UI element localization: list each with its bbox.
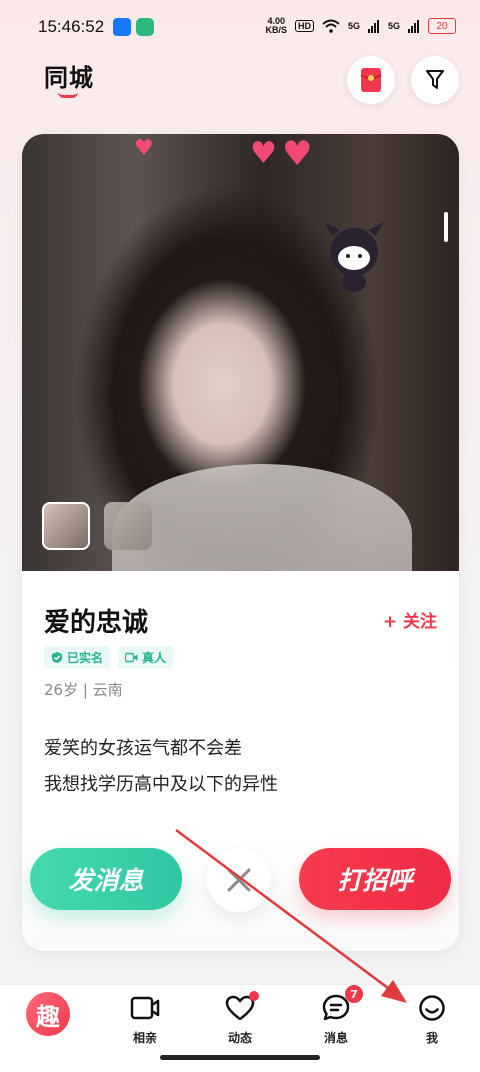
send-message-button[interactable]: 发消息	[30, 848, 182, 910]
profile-photo[interactable]: ♥ ♥ ♥	[22, 134, 459, 571]
filter-button[interactable]	[411, 56, 459, 104]
bio-line-1: 爱笑的女孩运气都不会差	[44, 738, 242, 759]
verified-name-label: 已实名	[67, 651, 104, 665]
filter-icon	[426, 70, 444, 89]
profile-name: 爱的忠诚	[44, 608, 149, 638]
app-notification-icon	[113, 18, 131, 36]
status-time: 15:46:52	[38, 17, 105, 36]
messages-count-badge: 7	[345, 985, 363, 1003]
home-indicator[interactable]	[160, 1055, 320, 1060]
nav-item-me[interactable]: 我	[402, 993, 462, 1046]
nav-label-messages: 消息	[323, 1031, 348, 1045]
wifi-icon	[322, 19, 340, 33]
smile-icon	[419, 995, 445, 1021]
signal-5g-icon-2: 5G	[387, 21, 400, 31]
signal-bars-icon-1	[367, 20, 379, 33]
nav-label-matchmaking: 相亲	[132, 1031, 157, 1045]
moments-new-dot	[249, 991, 259, 1001]
profile-card[interactable]: ♥ ♥ ♥ 爱的忠诚 + 关注 已实名 真人 26岁 | 云南 爱笑的女孩运气都…	[22, 134, 459, 951]
title-underline	[58, 92, 78, 98]
network-speed: 4.00 KB/S	[265, 17, 287, 35]
age-location: 26岁 | 云南	[44, 681, 123, 699]
nav-item-messages[interactable]: 7 消息	[306, 985, 366, 1046]
status-bar: 15:46:52 4.00 KB/S HD 5G 5G 20	[0, 0, 480, 52]
heart-sticker-icon: ♥	[250, 136, 277, 171]
heart-sticker-icon: ♥	[134, 136, 154, 161]
follow-button[interactable]: + 关注	[383, 607, 437, 632]
network-speed-unit: KB/S	[265, 25, 287, 35]
photo-scroll-indicator	[444, 212, 448, 242]
nav-item-moments[interactable]: 动态	[210, 991, 270, 1046]
greet-button[interactable]: 打招呼	[299, 848, 451, 910]
shield-check-icon	[52, 652, 62, 663]
red-packet-icon	[360, 68, 382, 92]
heart-sticker-icon: ♥	[282, 134, 313, 174]
hd-icon: HD	[294, 20, 314, 32]
nav-label-me: 我	[425, 1031, 438, 1045]
verification-badges: 已实名 真人	[44, 646, 174, 669]
signal-5g-icon-1: 5G	[347, 21, 360, 31]
real-person-badge: 真人	[118, 646, 174, 669]
page-title[interactable]: 同城	[44, 58, 94, 93]
close-icon	[227, 868, 251, 892]
chat-notification-icon	[136, 18, 154, 36]
real-person-label: 真人	[142, 651, 167, 665]
bottom-nav: 趣 相亲 动态 7 消息 我	[0, 984, 480, 1072]
skip-button[interactable]	[207, 848, 271, 912]
red-packet-button[interactable]	[347, 56, 395, 104]
photo-thumbnail-1[interactable]	[42, 502, 90, 550]
photo-clothing	[112, 464, 412, 571]
app-logo-button[interactable]: 趣	[26, 992, 70, 1036]
battery-icon: 20	[428, 18, 456, 34]
status-indicators: 4.00 KB/S HD 5G 5G 20	[265, 17, 456, 35]
video-icon	[130, 996, 160, 1020]
video-camera-icon	[125, 652, 138, 663]
nav-item-matchmaking[interactable]: 相亲	[115, 993, 175, 1046]
nav-label-moments: 动态	[227, 1031, 252, 1045]
photo-thumbnail-2[interactable]	[104, 502, 152, 550]
signal-bars-icon-2	[408, 20, 419, 33]
bio-line-2: 我想找学历高中及以下的异性	[44, 774, 278, 795]
sticker-character-icon	[324, 222, 384, 292]
verified-name-badge: 已实名	[44, 646, 111, 669]
